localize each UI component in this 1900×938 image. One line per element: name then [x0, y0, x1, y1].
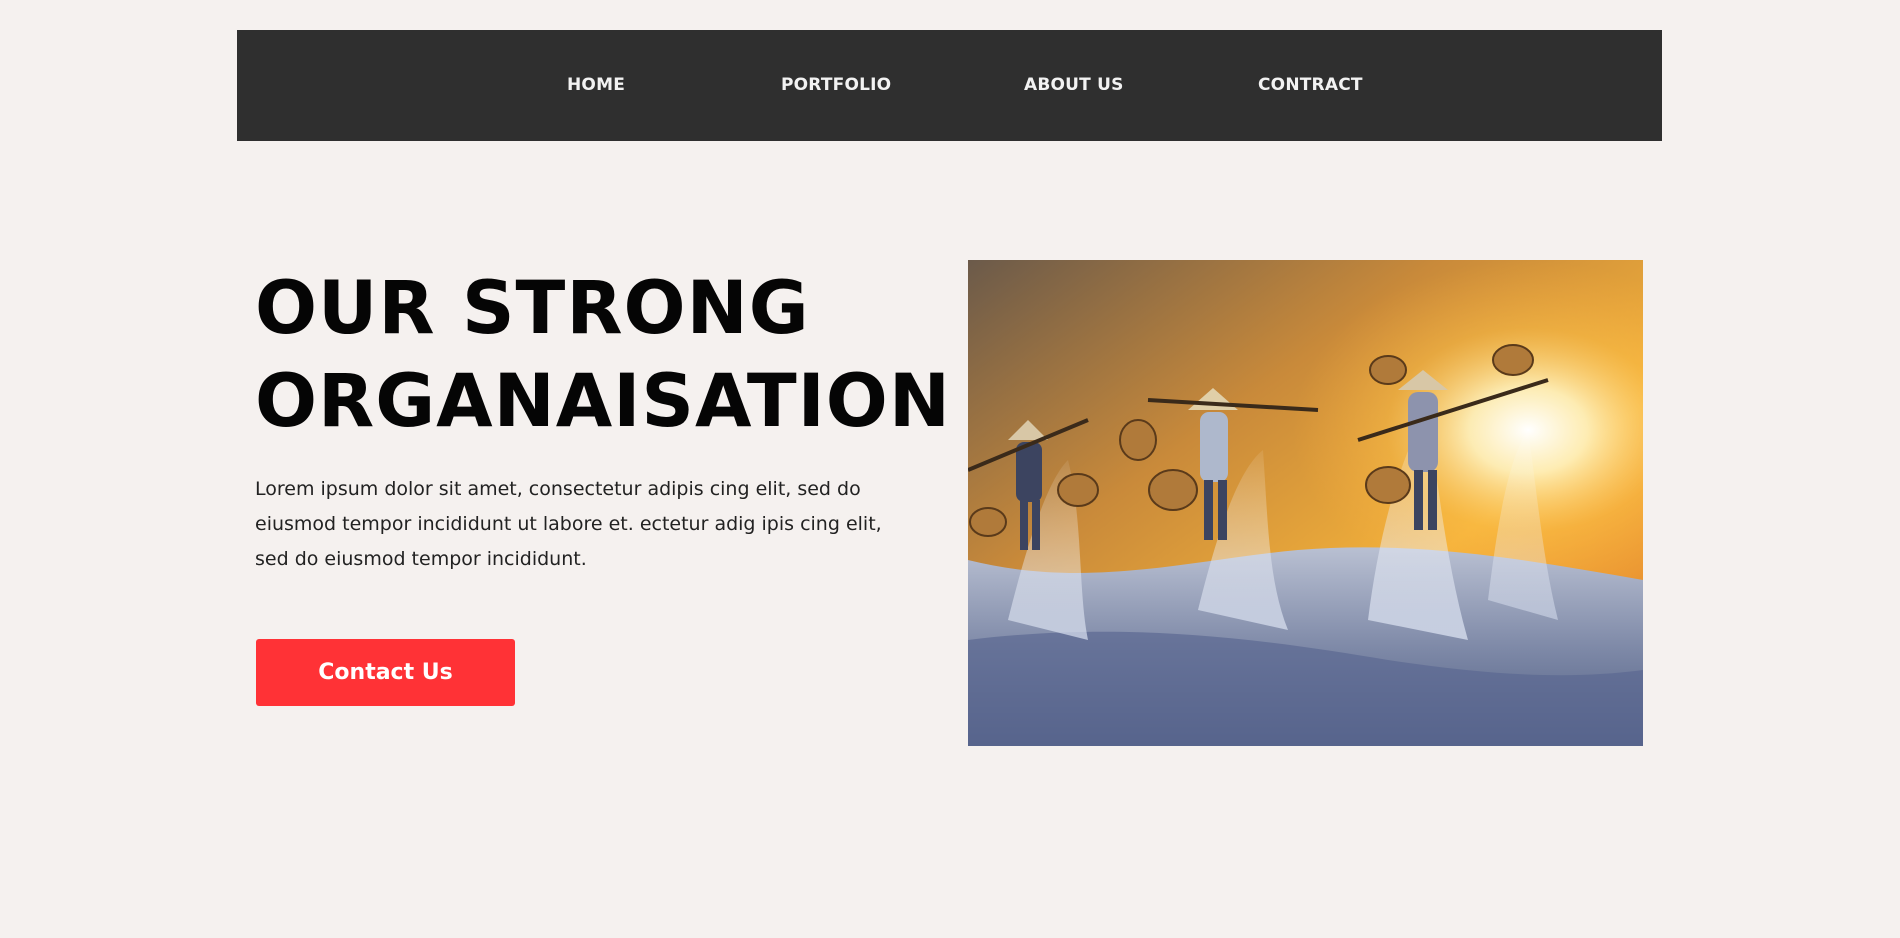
hero-title-line-1: OUR STRONG	[255, 266, 810, 351]
top-navbar: HOME PORTFOLIO ABOUT US CONTRACT	[237, 30, 1662, 141]
hero-photo	[968, 260, 1643, 746]
nav-portfolio-link[interactable]: PORTFOLIO	[781, 30, 891, 141]
contact-us-button[interactable]: Contact Us	[256, 639, 515, 706]
nav-contract-link[interactable]: CONTRACT	[1258, 30, 1363, 141]
nav-about-us-link[interactable]: ABOUT US	[1024, 30, 1124, 141]
hero-title-line-2: ORGANAISATION	[255, 359, 951, 444]
hero-title: OUR STRONG ORGANAISATION	[255, 262, 975, 448]
nav-home-link[interactable]: HOME	[567, 30, 625, 141]
hero-description: Lorem ipsum dolor sit amet, consectetur …	[255, 478, 882, 570]
